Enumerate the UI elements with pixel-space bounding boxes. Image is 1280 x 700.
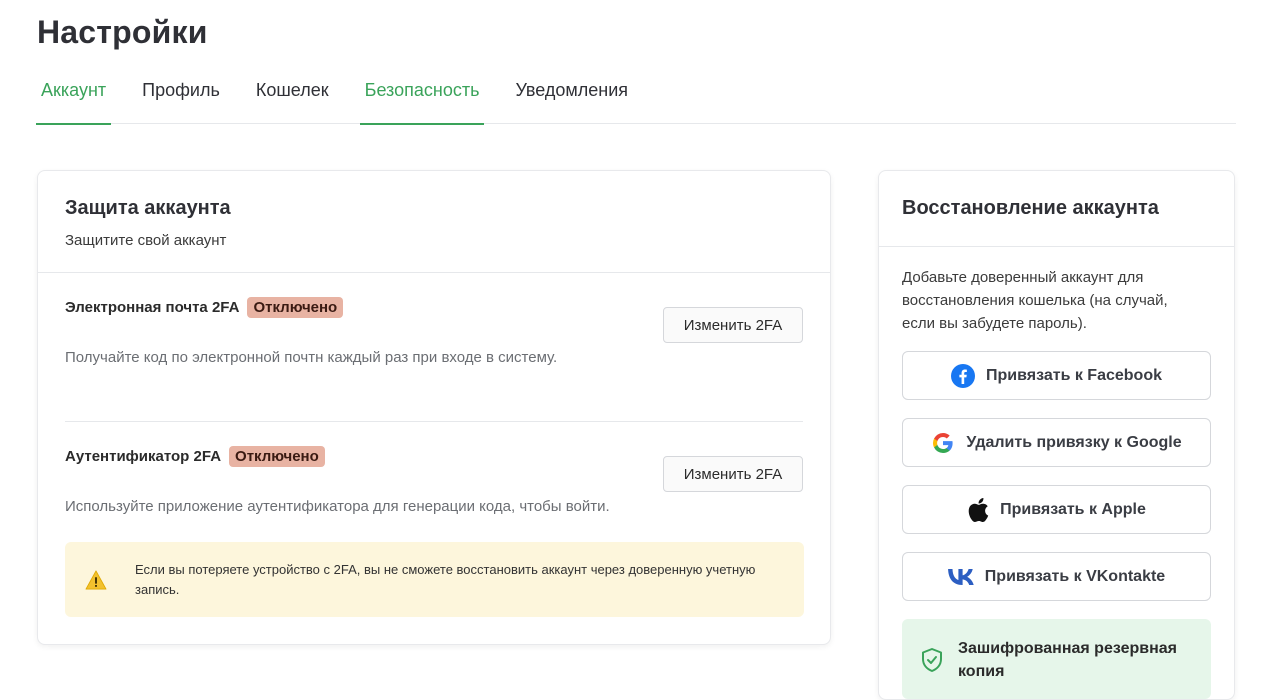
link-apple-button[interactable]: Привязать к Apple <box>902 485 1211 534</box>
backup-label: Зашифрованная резервная копия <box>958 637 1198 683</box>
authenticator-2fa-row: Аутентификатор 2FA Отключено Изменить 2F… <box>65 422 803 542</box>
link-facebook-label: Привязать к Facebook <box>986 366 1162 384</box>
page-title: Настройки <box>37 14 208 50</box>
email-2fa-label: Электронная почта 2FA <box>65 299 240 316</box>
protection-title: Защита аккаунта <box>65 197 231 219</box>
auth-2fa-label: Аутентификатор 2FA <box>65 448 222 465</box>
link-vk-button[interactable]: Привязать к VKontakte <box>902 552 1211 601</box>
unlink-google-button[interactable]: Удалить привязку к Google <box>902 418 1211 467</box>
protection-subtitle: Защитите свой аккаунт <box>65 232 227 249</box>
account-protection-card: Защита аккаунта Защитите свой аккаунт Эл… <box>37 170 831 645</box>
auth-2fa-label-group: Аутентификатор 2FA Отключено <box>65 446 325 467</box>
facebook-icon <box>951 363 976 388</box>
protection-header: Защита аккаунта Защитите свой аккаунт <box>38 171 830 273</box>
warning-line-2: запись. <box>135 581 180 597</box>
auth-2fa-status-badge: Отключено <box>229 446 325 467</box>
warning-icon <box>85 569 107 590</box>
settings-tabs: Аккаунт Профиль Кошелек Безопасность Уве… <box>36 70 1236 125</box>
recovery-description: Добавьте доверенный аккаунт для восстано… <box>879 247 1234 351</box>
recovery-desc-line-1: Добавьте доверенный аккаунт для <box>902 269 1144 286</box>
2fa-warning-box: Если вы потеряете устройство с 2FA, вы н… <box>65 542 804 617</box>
shield-check-icon <box>922 648 942 672</box>
auth-2fa-description: Используйте приложение аутентификатора д… <box>65 498 610 515</box>
vk-icon <box>947 568 974 585</box>
warning-text: Если вы потеряете устройство с 2FA, вы н… <box>135 560 755 600</box>
link-facebook-button[interactable]: Привязать к Facebook <box>902 351 1211 400</box>
encrypted-backup-box[interactable]: Зашифрованная резервная копия <box>902 619 1211 699</box>
apple-icon <box>968 497 989 522</box>
link-apple-label: Привязать к Apple <box>1000 500 1146 518</box>
tab-profile[interactable]: Профиль <box>137 70 225 124</box>
recovery-header: Восстановление аккаунта <box>879 171 1234 247</box>
recovery-desc-line-3: если вы забудете пароль). <box>902 315 1087 332</box>
unlink-google-label: Удалить привязку к Google <box>966 433 1182 451</box>
backup-line-1: Зашифрованная резервная <box>958 640 1177 657</box>
email-2fa-row: Электронная почта 2FA Отключено Изменить… <box>65 273 803 422</box>
tab-account[interactable]: Аккаунт <box>36 70 112 125</box>
recovery-title: Восстановление аккаунта <box>902 197 1159 219</box>
tab-wallet[interactable]: Кошелек <box>251 70 334 124</box>
email-2fa-label-group: Электронная почта 2FA Отключено <box>65 297 344 318</box>
account-recovery-card: Восстановление аккаунта Добавьте доверен… <box>878 170 1235 700</box>
link-vk-label: Привязать к VKontakte <box>984 567 1166 585</box>
warning-line-1: Если вы потеряете устройство с 2FA, вы н… <box>135 561 756 577</box>
change-email-2fa-button[interactable]: Изменить 2FA <box>663 307 803 343</box>
tab-security[interactable]: Безопасность <box>359 70 485 125</box>
backup-line-2: копия <box>958 663 1005 680</box>
email-2fa-status-badge: Отключено <box>247 297 344 318</box>
google-icon <box>933 432 953 453</box>
email-2fa-description: Получайте код по электронной почтн кажды… <box>65 349 558 366</box>
change-auth-2fa-button[interactable]: Изменить 2FA <box>663 456 803 492</box>
tab-notifications[interactable]: Уведомления <box>510 70 633 124</box>
recovery-desc-line-2: восстановления кошелька (на случай, <box>902 292 1168 309</box>
